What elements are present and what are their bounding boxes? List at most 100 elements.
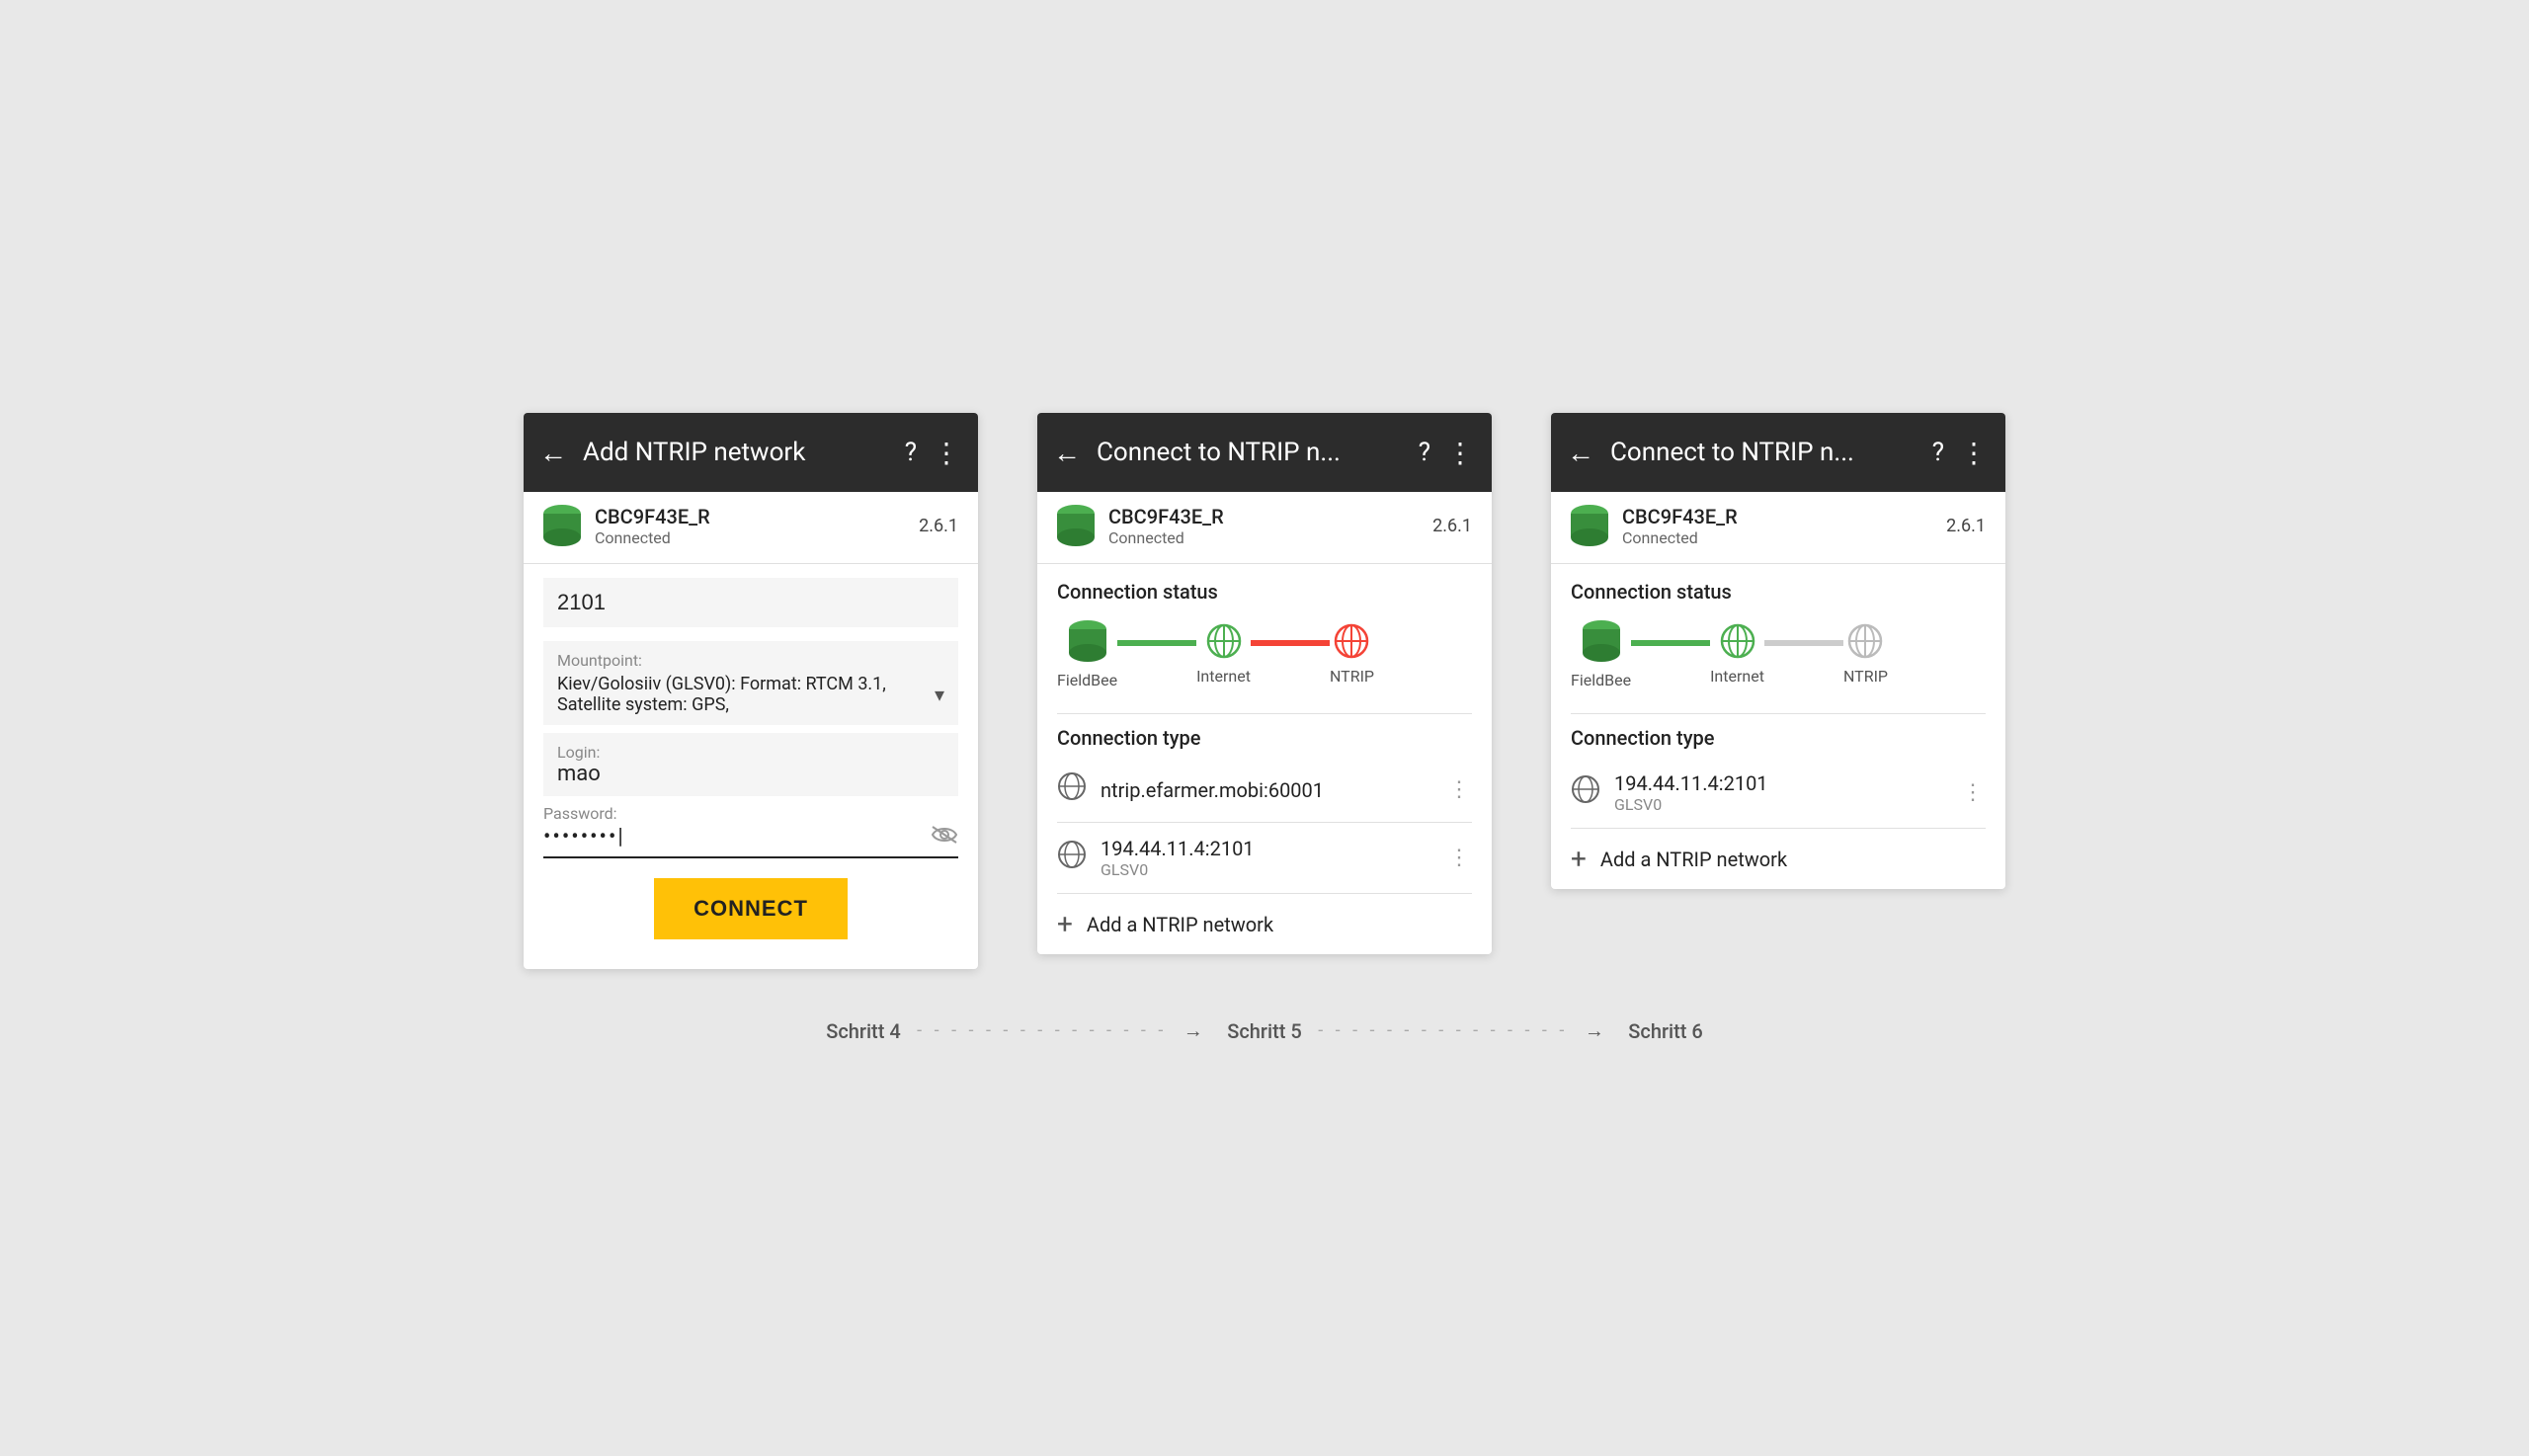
step-5-label: Schritt 5	[1227, 1019, 1302, 1043]
conn-item-2-2[interactable]: 194.44.11.4:2101 GLSV0 ⋮	[1057, 823, 1472, 894]
password-row: ••••••••|	[543, 823, 958, 858]
login-wrapper: Login: mao	[543, 733, 958, 796]
fieldbee-label-3: FieldBee	[1571, 671, 1631, 689]
help-button-1[interactable]: ?	[905, 438, 917, 467]
receiver-section-2: CBC9F43E_R Connected 2.6.1	[1037, 492, 1492, 564]
password-visibility-toggle[interactable]	[931, 823, 958, 850]
password-dots: ••••••••|	[543, 825, 931, 849]
receiver-status-1: Connected	[595, 528, 905, 547]
toolbar-3: ← Connect to NTRIP n... ? ⋮	[1551, 413, 2005, 492]
more-button-1[interactable]: ⋮	[933, 437, 962, 469]
help-button-2[interactable]: ?	[1419, 438, 1430, 467]
connection-type-2: Connection type ntrip.efarmer.mobi:60001…	[1037, 714, 1492, 954]
receiver-section-3: CBC9F43E_R Connected 2.6.1	[1551, 492, 2005, 564]
step-arrow-2: →	[1585, 1018, 1604, 1043]
conn-status-label-2: Connection status	[1057, 580, 1472, 604]
receiver-status-2: Connected	[1108, 528, 1419, 547]
receiver-info-3: CBC9F43E_R Connected	[1622, 505, 1932, 547]
receiver-version-3: 2.6.1	[1946, 516, 1986, 536]
receiver-version-2: 2.6.1	[1432, 516, 1472, 536]
receiver-name-3: CBC9F43E_R	[1622, 505, 1932, 528]
conn-item-globe-1-2	[1057, 771, 1087, 808]
receiver-icon-2	[1057, 504, 1095, 547]
internet-node-2: Internet	[1196, 623, 1251, 686]
mountpoint-wrapper: Mountpoint: Kiev/Golosiiv (GLSV0): Forma…	[543, 641, 958, 725]
add-network-3[interactable]: + Add a NTRIP network	[1571, 829, 1986, 889]
mountpoint-label: Mountpoint:	[557, 651, 944, 670]
toolbar-title-1: Add NTRIP network	[583, 438, 889, 467]
back-button-1[interactable]: ←	[539, 437, 567, 469]
conn-item-1-3[interactable]: 194.44.11.4:2101 GLSV0 ⋮	[1571, 758, 1986, 829]
internet-label-3: Internet	[1710, 667, 1764, 686]
conn-item-globe-1-3	[1571, 774, 1600, 811]
ntrip-label-3: NTRIP	[1843, 667, 1888, 686]
conn-item-more-2-2[interactable]: ⋮	[1448, 846, 1472, 870]
conn-item-info-1-3: 194.44.11.4:2101 GLSV0	[1614, 771, 1948, 814]
mountpoint-row[interactable]: Kiev/Golosiiv (GLSV0): Format: RTCM 3.1,…	[557, 674, 944, 715]
back-button-3[interactable]: ←	[1567, 437, 1594, 469]
receiver-section-1: CBC9F43E_R Connected 2.6.1	[524, 492, 978, 564]
conn-item-1-2[interactable]: ntrip.efarmer.mobi:60001 ⋮	[1057, 758, 1472, 823]
port-field-wrapper	[543, 578, 958, 627]
fieldbee-label-2: FieldBee	[1057, 671, 1117, 689]
step-4-label: Schritt 4	[826, 1019, 901, 1043]
add-label-3: Add a NTRIP network	[1600, 848, 1787, 871]
internet-node-3: Internet	[1710, 623, 1764, 686]
step-dashes-3: - - - - - - - - - - - - - - -	[1310, 1020, 1577, 1041]
ntrip-node-2: NTRIP	[1330, 623, 1374, 686]
conn-item-globe-2-2	[1057, 840, 1087, 876]
step-dashes-4	[1612, 1020, 1620, 1041]
fieldbee-node-2: FieldBee	[1057, 619, 1117, 689]
help-button-3[interactable]: ?	[1932, 438, 1944, 467]
status-line-red-2	[1251, 640, 1330, 646]
screen-connect-ntrip-2: ← Connect to NTRIP n... ? ⋮ CBC9F43E_R C…	[1551, 413, 2005, 889]
step-dashes-1: - - - - - - - - - - - - - - -	[909, 1020, 1176, 1041]
conn-item-info-1-2: ntrip.efarmer.mobi:60001	[1101, 778, 1434, 802]
conn-item-info-2-2: 194.44.11.4:2101 GLSV0	[1101, 837, 1434, 879]
connection-status-3: Connection status FieldBee	[1551, 564, 2005, 713]
conn-status-label-3: Connection status	[1571, 580, 1986, 604]
step-6-label: Schritt 6	[1628, 1019, 1703, 1043]
toolbar-title-2: Connect to NTRIP n...	[1097, 438, 1403, 467]
status-line-gray-3	[1764, 640, 1843, 646]
login-label: Login:	[557, 743, 944, 762]
internet-label-2: Internet	[1196, 667, 1251, 686]
back-button-2[interactable]: ←	[1053, 437, 1081, 469]
password-label: Password:	[543, 804, 958, 823]
password-wrapper: Password: ••••••••|	[543, 804, 958, 858]
connect-button[interactable]: CONNECT	[654, 878, 848, 939]
more-button-3[interactable]: ⋮	[1960, 437, 1990, 469]
toolbar-title-3: Connect to NTRIP n...	[1610, 438, 1917, 467]
receiver-icon-3	[1571, 504, 1608, 547]
conn-item-name-1-2: ntrip.efarmer.mobi:60001	[1101, 778, 1434, 802]
add-label-2: Add a NTRIP network	[1087, 913, 1273, 936]
status-line-green-2	[1117, 640, 1196, 646]
conn-item-sub-2-2: GLSV0	[1101, 860, 1434, 879]
more-button-2[interactable]: ⋮	[1446, 437, 1476, 469]
screen-add-ntrip: ← Add NTRIP network ? ⋮ CBC9F43E_R Conne…	[524, 413, 978, 969]
status-diagram-3: FieldBee Internet	[1571, 619, 1986, 689]
receiver-info-1: CBC9F43E_R Connected	[595, 505, 905, 547]
connection-type-3: Connection type 194.44.11.4:2101 GLSV0 ⋮	[1551, 714, 2005, 889]
receiver-name-1: CBC9F43E_R	[595, 505, 905, 528]
ntrip-node-3: NTRIP	[1843, 623, 1888, 686]
conn-item-name-1-3: 194.44.11.4:2101	[1614, 771, 1948, 795]
port-input[interactable]	[557, 590, 944, 615]
conn-item-more-1-2[interactable]: ⋮	[1448, 777, 1472, 802]
connection-status-2: Connection status FieldBee	[1037, 564, 1492, 713]
conn-item-more-1-3[interactable]: ⋮	[1962, 780, 1986, 805]
toolbar-1: ← Add NTRIP network ? ⋮	[524, 413, 978, 492]
status-line-green-3	[1631, 640, 1710, 646]
add-network-2[interactable]: + Add a NTRIP network	[1057, 894, 1472, 954]
receiver-status-3: Connected	[1622, 528, 1932, 547]
add-icon-3: +	[1571, 843, 1587, 875]
conn-item-sub-1-3: GLSV0	[1614, 795, 1948, 814]
login-value: mao	[557, 762, 944, 786]
status-diagram-2: FieldBee Internet	[1057, 619, 1472, 689]
toolbar-2: ← Connect to NTRIP n... ? ⋮	[1037, 413, 1492, 492]
screen-connect-ntrip-1: ← Connect to NTRIP n... ? ⋮ CBC9F43E_R C…	[1037, 413, 1492, 954]
dropdown-icon[interactable]: ▾	[935, 683, 944, 706]
step-dashes-2	[1211, 1020, 1219, 1041]
ntrip-label-2: NTRIP	[1330, 667, 1374, 686]
step-indicator: Schritt 4 - - - - - - - - - - - - - - - …	[826, 1018, 1703, 1043]
